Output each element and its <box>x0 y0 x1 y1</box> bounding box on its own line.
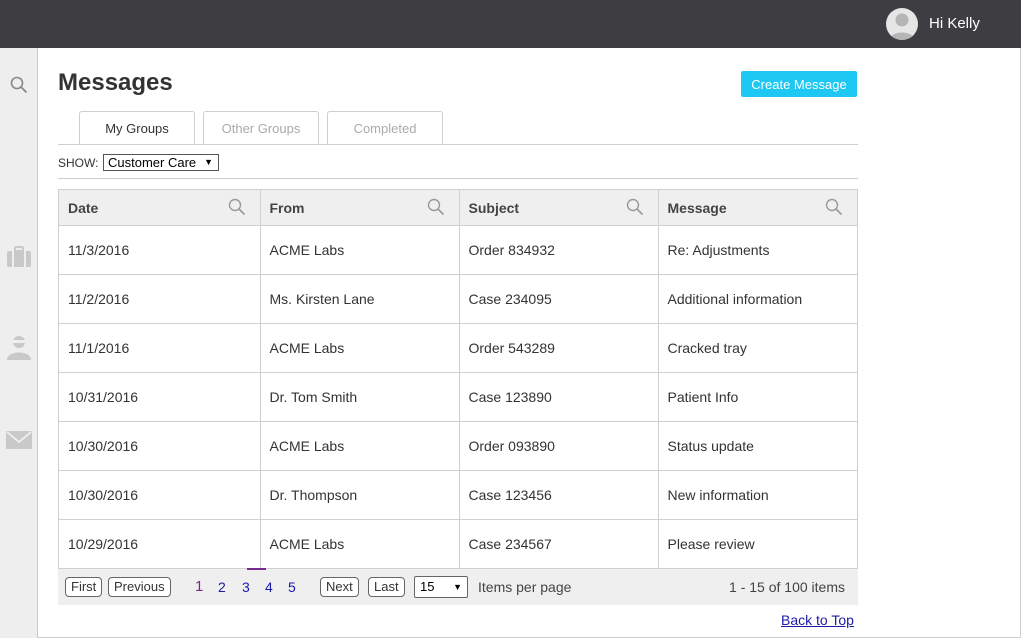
column-label-from: From <box>269 199 305 216</box>
cell-message: Patient Info <box>658 372 857 422</box>
page-link-4[interactable]: 4 <box>265 579 273 595</box>
cell-message: Status update <box>658 421 857 471</box>
cell-date: 10/30/2016 <box>59 421 261 471</box>
cell-date: 10/29/2016 <box>59 519 261 568</box>
user-greeting[interactable]: Hi Kelly <box>929 15 980 32</box>
column-header-subject[interactable]: Subject <box>459 190 659 226</box>
back-to-top-link[interactable]: Back to Top <box>781 612 854 628</box>
cell-date: 10/30/2016 <box>59 470 261 520</box>
pagination-summary: 1 - 15 of 100 items <box>729 579 845 595</box>
page-link-5[interactable]: 5 <box>288 579 296 595</box>
cell-message: Additional information <box>658 274 857 324</box>
cell-from: ACME Labs <box>260 323 460 373</box>
table-row[interactable]: 11/3/2016 ACME Labs Order 834932 Re: Adj… <box>59 225 857 275</box>
page-size-select[interactable]: 15 ▼ <box>414 576 468 598</box>
cell-from: Dr. Thompson <box>260 470 460 520</box>
next-page-button[interactable]: Next <box>320 577 359 597</box>
mail-icon[interactable] <box>0 431 37 449</box>
cell-date: 11/3/2016 <box>59 225 261 275</box>
page-title: Messages <box>58 69 173 96</box>
tab-divider <box>58 144 858 145</box>
last-page-button[interactable]: Last <box>368 577 405 597</box>
user-icon[interactable] <box>0 334 37 360</box>
search-icon[interactable] <box>427 198 445 219</box>
column-label-subject: Subject <box>468 199 520 216</box>
dropdown-arrow-icon: ▼ <box>453 582 462 592</box>
cell-message: Please review <box>667 536 755 552</box>
group-select-value: Customer Care <box>108 155 197 170</box>
cell-date: 11/2/2016 <box>59 274 261 324</box>
column-label-date: Date <box>68 199 99 216</box>
column-header-message[interactable]: Message <box>658 190 857 226</box>
table-row[interactable]: 10/30/2016 Dr. Thompson Case 123456 New … <box>59 470 857 520</box>
cell-subject: Case 234095 <box>459 274 659 324</box>
search-icon[interactable] <box>0 76 37 94</box>
column-header-from[interactable]: From <box>260 190 460 226</box>
column-header-date[interactable]: Date <box>59 190 261 226</box>
cell-from: ACME Labs <box>260 421 460 471</box>
page-link-2[interactable]: 2 <box>218 579 226 595</box>
current-page-indicator <box>247 568 266 570</box>
cell-subject: Order 093890 <box>459 421 659 471</box>
tab-my-groups[interactable]: My Groups <box>79 111 195 145</box>
table-row[interactable]: 11/2/2016 Ms. Kirsten Lane Case 234095 A… <box>59 274 857 324</box>
cell-message: New information <box>658 470 857 520</box>
cell-from: Ms. Kirsten Lane <box>260 274 460 324</box>
search-icon[interactable] <box>825 198 843 219</box>
page-size-value: 15 <box>420 579 435 594</box>
table-row[interactable]: 10/29/2016 ACME Labs Case 234567 Please … <box>59 519 857 568</box>
cell-from: ACME Labs <box>260 519 460 568</box>
avatar[interactable] <box>886 8 918 40</box>
group-select[interactable]: Customer Care ▼ <box>103 154 219 171</box>
first-page-button[interactable]: First <box>65 577 103 597</box>
briefcase-icon[interactable] <box>0 246 37 268</box>
cell-from: ACME Labs <box>260 225 460 275</box>
cell-date: 11/1/2016 <box>59 323 261 373</box>
search-icon[interactable] <box>626 198 644 219</box>
cell-subject: Case 234567 <box>459 519 659 568</box>
cell-message: Cracked tray <box>658 323 857 373</box>
top-bar: Hi Kelly <box>0 0 1021 48</box>
left-sidebar <box>0 48 38 638</box>
cell-message: Re: Adjustments <box>658 225 857 275</box>
table-row[interactable]: 10/30/2016 ACME Labs Order 093890 Status… <box>59 421 857 471</box>
cell-subject: Order 834932 <box>459 225 659 275</box>
cell-from: Dr. Tom Smith <box>260 372 460 422</box>
search-icon[interactable] <box>228 198 246 219</box>
page-link-3[interactable]: 3 <box>242 579 250 595</box>
tab-completed[interactable]: Completed <box>327 111 443 144</box>
show-label: SHOW: <box>58 156 99 170</box>
column-label-message: Message <box>667 199 727 216</box>
items-per-page-label: Items per page <box>478 579 572 595</box>
tab-other-groups[interactable]: Other Groups <box>203 111 319 144</box>
cell-subject: Order 543289 <box>459 323 659 373</box>
dropdown-arrow-icon: ▼ <box>204 157 213 167</box>
previous-page-button[interactable]: Previous <box>108 577 171 597</box>
page-link-1[interactable]: 1 <box>195 578 203 595</box>
table-row[interactable]: 10/31/2016 Dr. Tom Smith Case 123890 Pat… <box>59 372 857 422</box>
filter-divider <box>58 178 858 179</box>
table-header-row: Date From Subject Message <box>59 190 857 226</box>
messages-table: Date From Subject Message 11/3/2016 ACME… <box>58 189 858 569</box>
cell-subject: Case 123456 <box>459 470 659 520</box>
pagination-bar: First Previous 1 2 3 4 5 Next Last 15 ▼ … <box>58 568 858 605</box>
cell-subject: Case 123890 <box>459 372 659 422</box>
user-avatar-icon <box>890 13 914 40</box>
table-row[interactable]: 11/1/2016 ACME Labs Order 543289 Cracked… <box>59 323 857 373</box>
create-message-button[interactable]: Create Message <box>741 71 857 97</box>
cell-date: 10/31/2016 <box>59 372 261 422</box>
